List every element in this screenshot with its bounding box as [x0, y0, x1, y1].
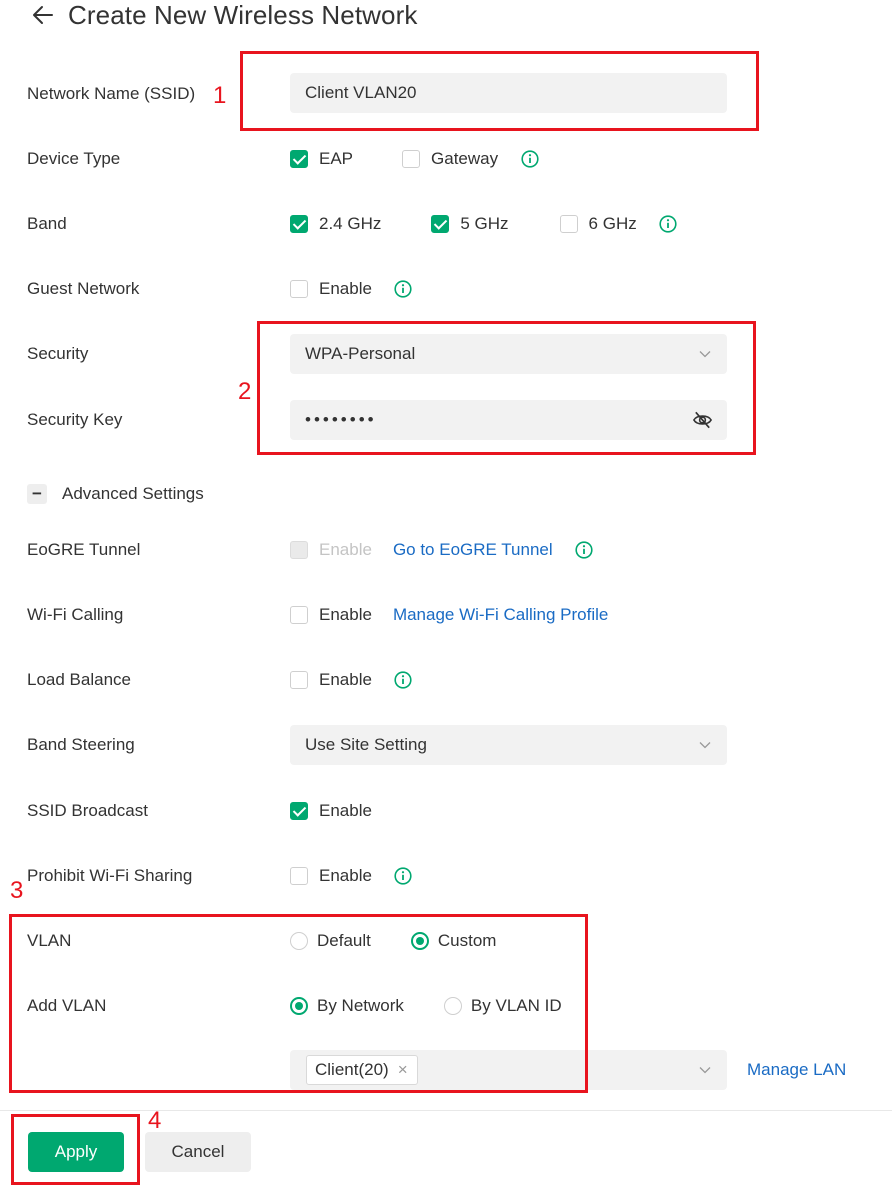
checkbox-unchecked-icon[interactable] — [290, 867, 308, 885]
band-steering-label: Band Steering — [27, 735, 135, 754]
ssid-broadcast-label: SSID Broadcast — [27, 801, 148, 820]
checkbox-unchecked-icon[interactable] — [290, 671, 308, 689]
manage-wifi-calling-profile-link[interactable]: Manage Wi-Fi Calling Profile — [393, 605, 608, 625]
go-to-eogre-tunnel-link[interactable]: Go to EoGRE Tunnel — [393, 540, 553, 560]
guest-network-row: Enable — [290, 278, 412, 300]
checkbox-unchecked-icon[interactable] — [290, 606, 308, 624]
guest-network-enable-label: Enable — [319, 279, 372, 298]
cancel-button[interactable]: Cancel — [145, 1132, 251, 1172]
ssid-broadcast-enable-option[interactable]: Enable — [290, 801, 372, 821]
annotation-number-4: 4 — [148, 1107, 162, 1134]
security-label: Security — [27, 344, 89, 363]
band-5ghz-label: 5 GHz — [460, 214, 509, 233]
annotation-number-2: 2 — [238, 378, 252, 405]
band-5ghz-option[interactable]: 5 GHz — [431, 214, 509, 234]
manage-lan-link[interactable]: Manage LAN — [747, 1060, 846, 1080]
checkbox-checked-icon[interactable] — [290, 150, 308, 168]
eogre-row: Enable Go to EoGRE Tunnel — [290, 539, 593, 561]
eogre-enable-option: Enable — [290, 540, 372, 560]
info-icon[interactable] — [394, 280, 412, 298]
info-icon[interactable] — [659, 215, 677, 233]
device-type-options: EAP Gateway — [290, 148, 539, 170]
guest-network-label: Guest Network — [27, 279, 140, 298]
prohibit-wifi-sharing-label: Prohibit Wi-Fi Sharing — [27, 866, 193, 885]
wifi-calling-enable-option[interactable]: Enable — [290, 605, 372, 625]
band-6ghz-option[interactable]: 6 GHz — [559, 214, 637, 234]
page-header: Create New Wireless Network — [30, 0, 417, 30]
band-24ghz-option[interactable]: 2.4 GHz — [290, 214, 381, 234]
checkbox-unchecked-icon[interactable] — [290, 280, 308, 298]
advanced-settings-label[interactable]: Advanced Settings — [62, 483, 204, 505]
band-options: 2.4 GHz 5 GHz 6 GHz — [290, 213, 677, 235]
info-icon[interactable] — [575, 541, 593, 559]
prohibit-wifi-sharing-row: Enable — [290, 865, 412, 887]
band-steering-select[interactable]: Use Site Setting — [290, 725, 727, 765]
wifi-calling-row: Enable Manage Wi-Fi Calling Profile — [290, 604, 608, 626]
annotation-box-1 — [240, 51, 759, 131]
eogre-enable-label: Enable — [319, 540, 372, 559]
eogre-tunnel-label: EoGRE Tunnel — [27, 540, 141, 559]
checkbox-unchecked-icon[interactable] — [402, 150, 421, 168]
checkbox-checked-icon[interactable] — [290, 215, 308, 233]
ssid-broadcast-enable-label: Enable — [319, 801, 372, 820]
annotation-box-2 — [257, 321, 756, 455]
load-balance-label: Load Balance — [27, 670, 131, 689]
device-type-label: Device Type — [27, 149, 121, 168]
checkbox-checked-icon[interactable] — [290, 802, 308, 820]
band-6ghz-label: 6 GHz — [588, 214, 637, 233]
checkbox-checked-icon[interactable] — [431, 215, 450, 233]
back-arrow-icon[interactable] — [30, 2, 56, 28]
checkbox-unchecked-icon[interactable] — [559, 215, 578, 233]
device-type-gateway-option[interactable]: Gateway — [402, 149, 498, 169]
chevron-down-icon — [699, 1067, 711, 1074]
device-type-eap-option[interactable]: EAP — [290, 149, 353, 169]
load-balance-enable-label: Enable — [319, 670, 372, 689]
annotation-number-3: 3 — [10, 877, 24, 904]
info-icon[interactable] — [521, 150, 539, 168]
footer-divider — [0, 1110, 892, 1111]
annotation-box-3 — [9, 914, 588, 1093]
ssid-label: Network Name (SSID) — [27, 84, 196, 103]
load-balance-row: Enable — [290, 669, 412, 691]
annotation-box-4 — [11, 1114, 140, 1185]
chevron-down-icon — [699, 742, 711, 749]
guest-network-enable-option[interactable]: Enable — [290, 279, 372, 299]
ssid-broadcast-row: Enable — [290, 800, 372, 822]
prohibit-wifi-sharing-enable-label: Enable — [319, 866, 372, 885]
device-type-gateway-label: Gateway — [431, 149, 499, 168]
device-type-eap-label: EAP — [319, 149, 354, 168]
info-icon[interactable] — [394, 867, 412, 885]
checkbox-disabled-icon — [290, 541, 308, 559]
minus-icon[interactable]: − — [27, 484, 47, 504]
prohibit-wifi-sharing-enable-option[interactable]: Enable — [290, 866, 372, 886]
security-key-label: Security Key — [27, 410, 123, 429]
info-icon[interactable] — [394, 671, 412, 689]
annotation-number-1: 1 — [213, 82, 227, 109]
load-balance-enable-option[interactable]: Enable — [290, 670, 372, 690]
band-24ghz-label: 2.4 GHz — [319, 214, 382, 233]
wifi-calling-enable-label: Enable — [319, 605, 372, 624]
band-steering-value: Use Site Setting — [305, 735, 427, 754]
wifi-calling-label: Wi-Fi Calling — [27, 605, 124, 624]
page-title: Create New Wireless Network — [68, 0, 418, 30]
band-label: Band — [27, 214, 67, 233]
